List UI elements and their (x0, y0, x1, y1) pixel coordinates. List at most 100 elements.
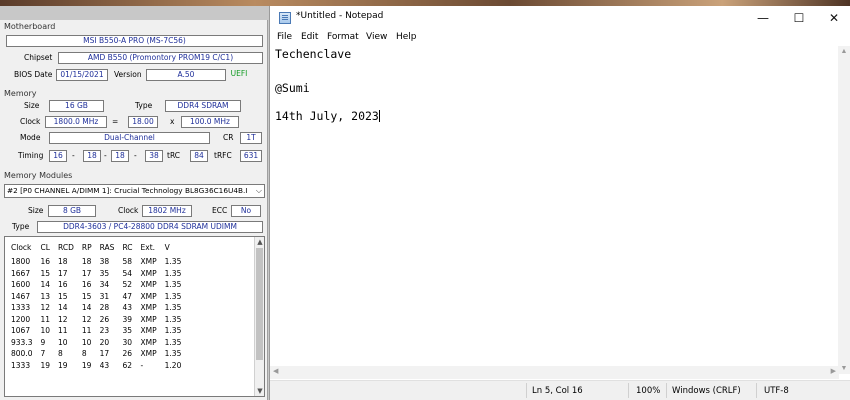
trc-label: tRC (167, 151, 181, 160)
table-cell: 19 (81, 360, 92, 370)
table-cell: 1.35 (164, 291, 182, 301)
text-editor[interactable]: Techenclave @Sumi 14th July, 2023 (270, 46, 840, 364)
scroll-right-icon[interactable]: ▶ (831, 367, 836, 375)
table-cell: 52 (122, 280, 132, 290)
table-row: 1067 10 11 11 23 35 XMP 1.35 (7, 325, 185, 337)
module-clock-label: Clock (118, 206, 139, 215)
table-cell: 47 (122, 291, 132, 301)
table-cell: 1800 (11, 257, 31, 267)
window-title: *Untitled - Notepad (296, 11, 384, 21)
table-cell: 19 (58, 360, 68, 370)
table-cell: 1067 (11, 326, 31, 336)
trfc-value: 631 (240, 150, 262, 162)
table-cell: 12 (40, 303, 51, 313)
horizontal-scrollbar[interactable]: ◀ ▶ (270, 366, 839, 379)
scroll-up-icon[interactable]: ▲ (255, 237, 264, 247)
cursor-position: Ln 5, Col 16 (532, 386, 583, 396)
module-size-label: Size (28, 206, 44, 215)
vertical-scrollbar[interactable]: ▲ ▼ (838, 46, 850, 374)
editor-line-5: 14th July, 2023 (275, 109, 379, 123)
table-row: 1333 19 19 19 43 62- 1.20 (7, 360, 185, 372)
desktop: Motherboard MSI B550-A PRO (MS-7C56) Chi… (0, 0, 850, 400)
menu-edit[interactable]: Edit (301, 32, 318, 42)
memory-clock-value: 1800.0 MHz (45, 116, 107, 128)
table-cell: 58 (122, 257, 132, 267)
clock-equals: = (112, 117, 119, 126)
table-cell: 12 (81, 314, 92, 324)
table-cell: 8 (81, 349, 87, 359)
status-bar: Ln 5, Col 16 100% Windows (CRLF) UTF-8 (270, 380, 850, 400)
table-cell: 38 (99, 257, 110, 267)
menu-format[interactable]: Format (327, 32, 359, 42)
table-cell: 11 (81, 326, 92, 336)
table-cell: 43 (99, 360, 110, 370)
table-cell: 30 (122, 337, 132, 347)
motherboard-model: MSI B550-A PRO (MS-7C56) (6, 35, 263, 47)
scroll-thumb[interactable] (256, 248, 263, 360)
timing-rcd: 18 (83, 150, 101, 162)
table-cell: 15 (81, 291, 92, 301)
menu-help[interactable]: Help (396, 32, 417, 42)
command-rate-value: 1T (240, 132, 262, 144)
table-cell: XMP (140, 303, 157, 313)
timing-dash-3: - (134, 151, 137, 160)
minimize-button[interactable]: — (746, 6, 780, 30)
command-rate-label: CR (223, 133, 234, 142)
timing-ras: 38 (145, 150, 163, 162)
table-cell: 15 (58, 291, 68, 301)
bios-date-label: BIOS Date (14, 70, 53, 79)
scroll-left-icon[interactable]: ◀ (273, 367, 278, 375)
notepad-window: *Untitled - Notepad — ☐ ✕ File Edit Form… (269, 6, 850, 400)
table-row: 933.3 9 10 10 20 30 XMP 1.35 (7, 337, 185, 349)
table-cell: 20 (99, 337, 110, 347)
table-cell: 1467 (11, 291, 31, 301)
close-button[interactable]: ✕ (817, 6, 850, 30)
table-cell: 14 (40, 280, 51, 290)
table-cell: 1667 (11, 268, 31, 278)
scroll-down-icon[interactable]: ▼ (838, 365, 850, 372)
memory-mode-value: Dual-Channel (49, 132, 210, 144)
trc-value: 84 (190, 150, 208, 162)
scroll-up-icon[interactable]: ▲ (838, 48, 850, 55)
table-cell: XMP (140, 291, 157, 301)
bios-date-value: 01/15/2021 (56, 69, 108, 81)
table-cell: 9 (40, 337, 46, 347)
maximize-button[interactable]: ☐ (782, 6, 816, 30)
table-header-cell: V (164, 243, 170, 252)
memory-clock-label: Clock (20, 117, 41, 126)
text-caret (378, 110, 380, 122)
menu-file[interactable]: File (277, 32, 292, 42)
timing-cl: 16 (49, 150, 67, 162)
timing-label: Timing (18, 151, 44, 160)
table-cell: XMP (140, 337, 157, 347)
table-cell: 10 (58, 337, 68, 347)
table-cell: 800.0 (11, 349, 33, 359)
scroll-down-icon[interactable]: ▼ (255, 386, 264, 396)
table-cell: 35 (122, 326, 132, 336)
table-cell: 7 (40, 349, 46, 359)
module-clock-value: 1802 MHz (142, 205, 192, 217)
timings-scrollbar[interactable]: ▲ ▼ (254, 237, 264, 396)
table-cell: 14 (81, 303, 92, 313)
table-header-cell: Ext. (140, 243, 156, 252)
memory-slot-select[interactable]: #2 [P0 CHANNEL A/DIMM 1]: Crucial Techno… (4, 184, 265, 198)
table-cell: 1200 (11, 314, 31, 324)
table-cell: 11 (58, 326, 68, 336)
memory-slot-selected: #2 [P0 CHANNEL A/DIMM 1]: Crucial Techno… (7, 186, 248, 195)
table-row: 1600 14 16 16 34 52 XMP 1.35 (7, 279, 185, 291)
title-bar[interactable]: *Untitled - Notepad — ☐ ✕ (270, 6, 850, 30)
clock-multiplier: 18.00 (128, 116, 158, 128)
ecc-label: ECC (212, 206, 228, 215)
menu-view[interactable]: View (366, 32, 387, 42)
table-cell: 13 (40, 291, 51, 301)
table-cell: 26 (99, 314, 110, 324)
uefi-badge: UEFI (230, 69, 248, 78)
table-cell: 1.35 (164, 337, 182, 347)
motherboard-group-label: Motherboard (4, 22, 56, 31)
table-cell: 18 (81, 257, 92, 267)
table-header-cell: RC (122, 243, 133, 252)
table-cell: 14 (58, 303, 68, 313)
memory-size-label: Size (24, 101, 40, 110)
module-type-label: Type (12, 222, 30, 231)
memory-mode-label: Mode (20, 133, 41, 142)
